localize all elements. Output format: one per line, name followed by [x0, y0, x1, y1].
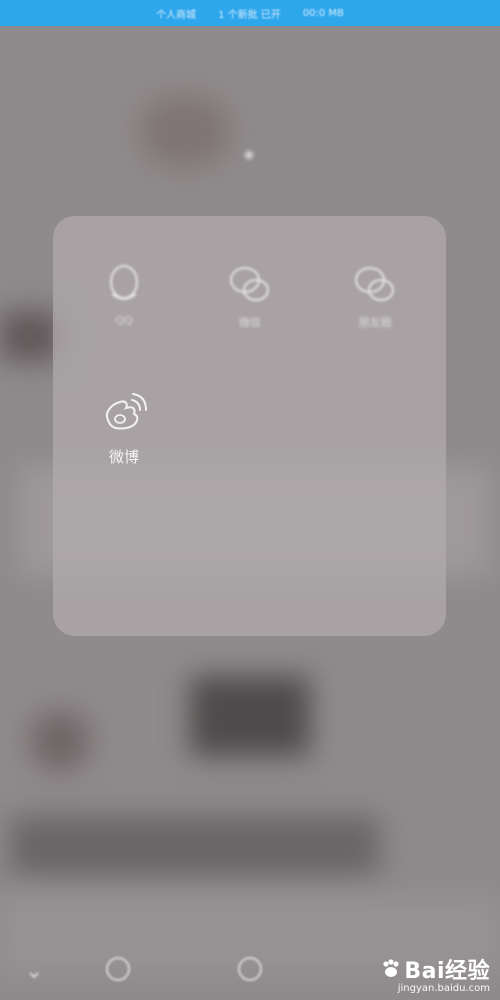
home-icon[interactable] — [104, 955, 132, 983]
share-target-wechat[interactable]: 微信 — [190, 264, 310, 330]
share-target-moments[interactable]: 朋友圈 — [315, 264, 435, 330]
back-icon[interactable] — [26, 967, 42, 983]
share-target-weibo[interactable]: 微博 — [64, 392, 184, 467]
recents-icon[interactable] — [236, 955, 264, 983]
watermark: Bai经验 jingyan.baidu.com — [380, 953, 490, 994]
watermark-url: jingyan.baidu.com — [397, 983, 490, 994]
status-text-middle: 1 个新批 已开 — [218, 9, 281, 21]
watermark-brand: Bai经验 — [404, 959, 490, 984]
paw-icon — [383, 959, 399, 977]
share-panel: QQ 微信 朋友圈 微博 — [53, 216, 446, 636]
share-label-weibo: 微博 — [108, 448, 139, 466]
share-label-wechat: 微信 — [239, 316, 261, 329]
status-text-right: 00:0 MB — [302, 7, 344, 19]
qq-icon — [110, 265, 138, 300]
wechat-icon — [230, 267, 269, 301]
share-label-moments: 朋友圈 — [358, 316, 392, 329]
status-bar: 个人商城 1 个新批 已开 00:0 MB — [0, 0, 500, 26]
weibo-icon — [106, 393, 147, 430]
moments-icon — [355, 267, 394, 301]
share-label-qq: QQ — [115, 314, 133, 327]
share-target-qq[interactable]: QQ — [64, 264, 184, 327]
status-text-left: 个人商城 — [156, 9, 197, 21]
